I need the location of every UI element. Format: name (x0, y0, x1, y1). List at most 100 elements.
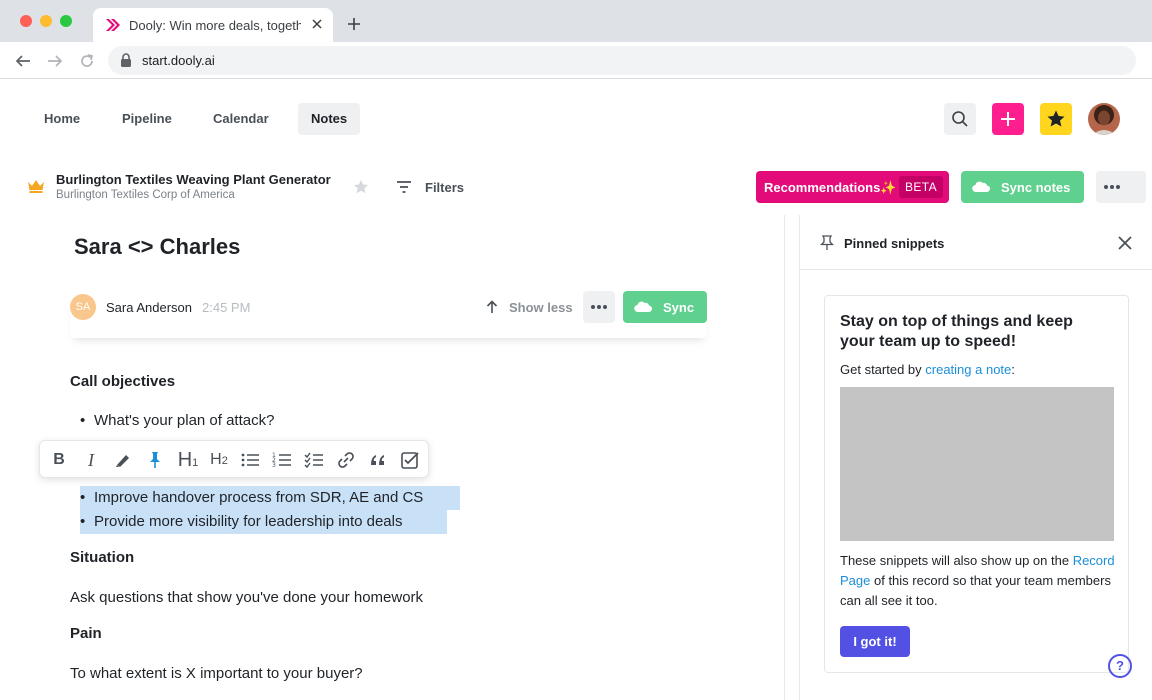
bullet-text: Provide more visibility for leadership i… (94, 513, 403, 530)
browser-tab[interactable]: Dooly: Win more deals, together (93, 8, 333, 42)
back-arrow-icon[interactable] (14, 52, 32, 70)
onboarding-description: These snippets will also show up on the … (840, 551, 1115, 611)
heading2-glyph: H (210, 451, 222, 468)
plus-icon (1001, 112, 1015, 126)
task-checkbox-icon[interactable] (399, 449, 421, 471)
onboarding-heading: Stay on top of things and keep your team… (840, 313, 1073, 350)
link-icon[interactable] (335, 449, 357, 471)
close-icon[interactable] (1117, 235, 1133, 251)
search-button[interactable] (944, 103, 976, 135)
window-minimize-button[interactable] (40, 15, 52, 27)
bullet-text: What's your plan of attack? (94, 412, 275, 429)
bullet-item[interactable]: • Improve handover process from SDR, AE … (80, 486, 460, 510)
italic-button[interactable]: I (80, 449, 102, 471)
onboarding-image-placeholder (840, 387, 1114, 541)
more-horizontal-icon (1104, 185, 1120, 189)
heading1-glyph: H (177, 449, 193, 471)
help-button[interactable]: ? (1108, 654, 1132, 678)
dooly-logo-icon (106, 19, 120, 31)
heading2-subscript: 2 (221, 455, 228, 467)
author-avatar: SA (70, 294, 96, 320)
bullet-dot: • (80, 513, 86, 530)
more-options-button[interactable] (1096, 171, 1146, 203)
salesforce-cloud-icon (972, 181, 990, 193)
note-title[interactable]: Sara <> Charles (74, 234, 240, 260)
pinned-snippets-title: Pinned snippets (844, 236, 945, 251)
onboarding-get-started: Get started by creating a note: (840, 362, 1015, 377)
nav-tab-home[interactable]: Home (31, 103, 93, 135)
close-icon[interactable] (309, 16, 325, 32)
forward-arrow-icon[interactable] (46, 52, 64, 70)
nav-tab-calendar[interactable]: Calendar (200, 103, 282, 135)
filter-icon (397, 181, 411, 193)
browser-chrome: Dooly: Win more deals, together start.do… (0, 0, 1152, 79)
avatar-image (1088, 103, 1120, 135)
author-name: Sara Anderson (106, 300, 193, 315)
bullet-item[interactable]: • What's your plan of attack? (80, 409, 310, 433)
more-horizontal-icon (591, 305, 607, 309)
favorite-star-icon[interactable] (353, 179, 369, 195)
filters-label: Filters (425, 180, 465, 195)
quote-icon[interactable] (367, 449, 389, 471)
heading2-button[interactable]: H2 (206, 449, 232, 471)
bold-button[interactable]: B (48, 449, 70, 471)
crown-icon (28, 180, 44, 193)
url-text: start.dooly.ai (142, 53, 215, 68)
heading-call-objectives[interactable]: Call objectives (70, 373, 175, 390)
highlighter-icon[interactable] (112, 449, 134, 471)
panel-header-divider (800, 269, 1152, 270)
bullet-dot: • (80, 489, 86, 506)
bullet-list-icon[interactable] (239, 449, 261, 471)
note-sync-label: Sync (663, 300, 695, 315)
tab-strip: Dooly: Win more deals, together (0, 0, 1152, 42)
get-started-text: Get started by (840, 362, 926, 377)
paragraph-situation[interactable]: Ask questions that show you've done your… (70, 589, 423, 606)
tab-title: Dooly: Win more deals, together (129, 18, 301, 33)
sync-notes-button[interactable]: Sync notes (961, 171, 1084, 203)
recommendations-button[interactable]: Recommendations✨ BETA (756, 171, 949, 203)
bullet-dot: • (80, 412, 86, 429)
description-text: These snippets will also show up on the (840, 553, 1073, 568)
get-started-suffix: : (1011, 362, 1015, 377)
star-icon (1047, 110, 1065, 127)
checklist-icon[interactable] (303, 449, 325, 471)
create-button[interactable] (992, 103, 1024, 135)
reload-icon[interactable] (78, 52, 96, 70)
formatting-toolbar: B I H1 H2 1 2 3 (39, 440, 429, 478)
record-title[interactable]: Burlington Textiles Weaving Plant Genera… (56, 172, 331, 187)
heading-situation[interactable]: Situation (70, 549, 134, 566)
heading1-button[interactable]: H1 (174, 449, 202, 471)
svg-text:3: 3 (272, 462, 276, 469)
numbered-list-icon[interactable]: 1 2 3 (271, 449, 293, 471)
sync-notes-label: Sync notes (1001, 180, 1071, 195)
bullet-text: Improve handover process from SDR, AE an… (94, 489, 424, 506)
window-close-button[interactable] (20, 15, 32, 27)
heading-pain[interactable]: Pain (70, 625, 102, 642)
window-maximize-button[interactable] (60, 15, 72, 27)
description-suffix: of this record so that your team members… (840, 573, 1111, 608)
address-bar[interactable]: start.dooly.ai (108, 46, 1136, 75)
new-tab-icon[interactable] (346, 16, 362, 32)
bullet-item[interactable]: • Provide more visibility for leadership… (80, 510, 447, 534)
show-less-label: Show less (509, 300, 573, 315)
note-sync-button[interactable]: Sync (623, 291, 707, 323)
paragraph-pain[interactable]: To what extent is X important to your bu… (70, 665, 363, 682)
record-subtitle[interactable]: Burlington Textiles Corp of America (56, 189, 235, 201)
pin-icon (820, 235, 834, 250)
salesforce-cloud-icon (634, 301, 652, 313)
beta-badge: BETA (899, 176, 944, 198)
favorites-button[interactable] (1040, 103, 1072, 135)
got-it-button[interactable]: I got it! (840, 626, 910, 657)
panel-divider (799, 215, 800, 700)
nav-tab-notes[interactable]: Notes (298, 103, 361, 135)
heading1-subscript: 1 (192, 457, 199, 469)
creating-note-link[interactable]: creating a note (925, 362, 1011, 377)
recommendations-label: Recommendations✨ (764, 180, 897, 195)
note-more-button[interactable] (583, 291, 615, 323)
nav-tab-pipeline[interactable]: Pipeline (109, 103, 185, 135)
user-avatar[interactable] (1088, 103, 1120, 135)
note-author-card: SA Sara Anderson 2:45 PM Show less Sync (70, 290, 707, 338)
search-icon (952, 111, 968, 127)
pin-icon[interactable] (144, 449, 166, 471)
lock-icon (121, 53, 131, 67)
